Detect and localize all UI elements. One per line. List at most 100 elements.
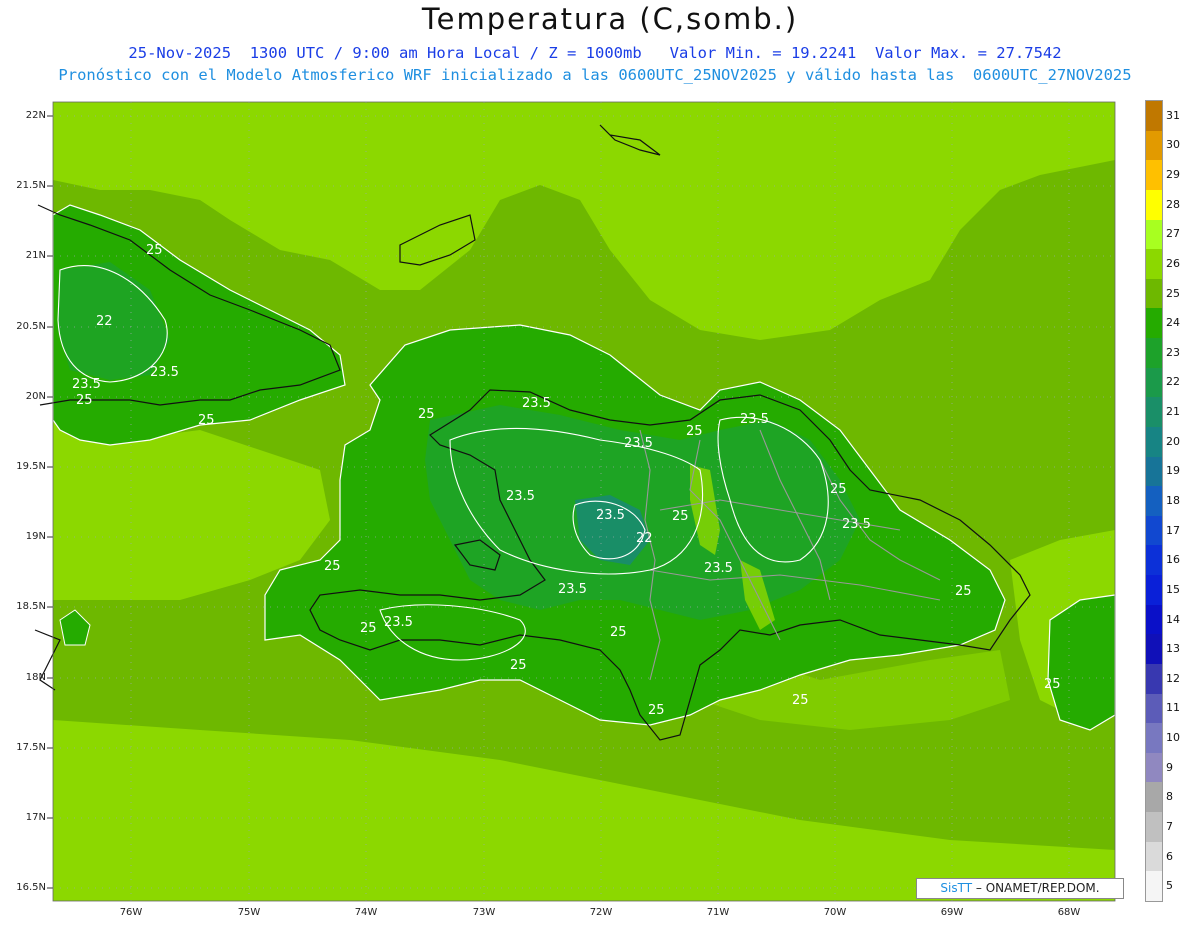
colorbar-swatch: [1146, 426, 1162, 457]
colorbar-label: 26: [1166, 256, 1180, 270]
colorbar-swatch: [1146, 723, 1162, 753]
colorbar-label: 6: [1166, 849, 1173, 863]
colorbar-swatch: [1146, 663, 1162, 694]
colorbar-swatch: [1146, 160, 1162, 190]
contour-label: 23.5: [842, 517, 871, 532]
lon-label: 75W: [237, 907, 261, 918]
lat-label: 17N: [25, 812, 46, 823]
colorbar-swatch: [1146, 545, 1162, 575]
lat-label: 20.5N: [16, 321, 46, 332]
contour-label: 23.5: [384, 615, 413, 630]
page-title: Temperatura (C,somb.): [421, 2, 799, 36]
lon-label: 71W: [706, 907, 730, 918]
contour-label: 23.5: [506, 489, 535, 504]
contour-label: 25: [324, 559, 341, 574]
colorbar-swatch: [1146, 515, 1162, 546]
contour-label: 25: [146, 243, 163, 258]
contour-label: 25: [198, 413, 215, 428]
lat-label: 22N: [25, 110, 46, 121]
colorbar-swatch: [1146, 397, 1162, 427]
colorbar-swatch: [1146, 338, 1162, 368]
lat-label: 19N: [25, 531, 46, 542]
colorbar-label: 19: [1166, 464, 1180, 478]
lat-label: 17.5N: [16, 742, 46, 753]
colorbar-label: 5: [1166, 879, 1173, 893]
colorbar-swatch: [1146, 812, 1162, 842]
colorbar-label: 21: [1166, 405, 1180, 419]
contour-label: 23.5: [558, 582, 587, 597]
colorbar-label: 18: [1166, 494, 1180, 507]
lon-label: 74W: [354, 907, 378, 918]
contour-label: 22: [96, 314, 113, 329]
lon-label: 73W: [472, 907, 496, 918]
colorbar-swatch: [1146, 278, 1162, 309]
lat-label: 21.5N: [16, 180, 46, 191]
colorbar-label: 16: [1166, 553, 1180, 567]
colorbar-label: 27: [1166, 227, 1180, 241]
colorbar-label: 23: [1166, 345, 1180, 359]
colorbar-swatch: [1146, 841, 1162, 872]
lon-label: 72W: [589, 907, 613, 918]
colorbar-label: 22: [1166, 375, 1180, 389]
lat-label: 18N: [25, 672, 46, 683]
credit-text: – ONAMET/REP.DOM.: [975, 881, 1100, 895]
colorbar-label: 10: [1166, 731, 1180, 745]
colorbar-swatch: [1146, 752, 1162, 783]
colorbar-swatch: [1146, 782, 1162, 812]
colorbar: [1145, 100, 1163, 902]
colorbar-swatch: [1146, 604, 1162, 635]
lon-label: 69W: [940, 907, 964, 918]
colorbar-label: 15: [1166, 582, 1180, 596]
colorbar-swatch: [1146, 219, 1162, 250]
colorbar-swatch: [1146, 101, 1162, 131]
lat-label: 19.5N: [16, 461, 46, 472]
lon-label: 70W: [823, 907, 847, 918]
colorbar-swatch: [1146, 189, 1162, 220]
colorbar-swatch: [1146, 367, 1162, 398]
colorbar-label: 7: [1166, 819, 1173, 833]
contour-label: 25: [76, 393, 93, 408]
contour-label: 25: [686, 424, 703, 439]
colorbar-swatch: [1146, 693, 1162, 724]
colorbar-label: 9: [1166, 760, 1173, 774]
credit-box: SisTT – ONAMET/REP.DOM.: [916, 878, 1124, 899]
forecast-map: 25 22 23.5 23.5 25 25 23.5 23.5 25 23.5 …: [34, 101, 1116, 902]
colorbar-label: 12: [1166, 671, 1180, 685]
colorbar-swatch: [1146, 634, 1162, 664]
colorbar-swatch: [1146, 130, 1162, 161]
colorbar-label: 20: [1166, 434, 1180, 448]
colorbar-swatch: [1146, 456, 1162, 487]
contour-label: 23.5: [704, 561, 733, 576]
puerto-rico-area: [1047, 594, 1116, 731]
contour-label: 22: [636, 531, 653, 546]
colorbar-label: 25: [1166, 286, 1180, 300]
contour-label: 25: [418, 407, 435, 422]
colorbar-swatch: [1146, 871, 1162, 901]
colorbar-label: 31: [1166, 108, 1180, 122]
colorbar-swatch: [1146, 249, 1162, 279]
colorbar-label: 17: [1166, 523, 1180, 537]
model-info-line: Pronóstico con el Modelo Atmosferico WRF…: [58, 66, 1132, 84]
colorbar-label: 29: [1166, 168, 1180, 182]
lon-label: 68W: [1057, 907, 1081, 918]
contour-label: 23.5: [740, 412, 769, 427]
contour-label: 25: [510, 658, 527, 673]
lat-label: 20N: [25, 391, 46, 402]
contour-label: 23.5: [596, 508, 625, 523]
colorbar-swatch: [1146, 575, 1162, 605]
contour-label: 23.5: [150, 365, 179, 380]
lat-label: 21N: [25, 250, 46, 261]
contour-label: 23.5: [72, 377, 101, 392]
axis-ticks: [47, 115, 53, 889]
colorbar-swatch: [1146, 486, 1162, 516]
colorbar-label: 13: [1166, 642, 1180, 656]
contour-label: 23.5: [624, 436, 653, 451]
contour-label: 25: [830, 482, 847, 497]
contour-label: 25: [360, 621, 377, 636]
contour-label: 25: [955, 584, 972, 599]
colorbar-label: 11: [1166, 701, 1180, 715]
lon-label: 76W: [119, 907, 143, 918]
colorbar-label: 14: [1166, 612, 1180, 626]
contour-label: 25: [672, 509, 689, 524]
colorbar-swatch: [1146, 308, 1162, 338]
